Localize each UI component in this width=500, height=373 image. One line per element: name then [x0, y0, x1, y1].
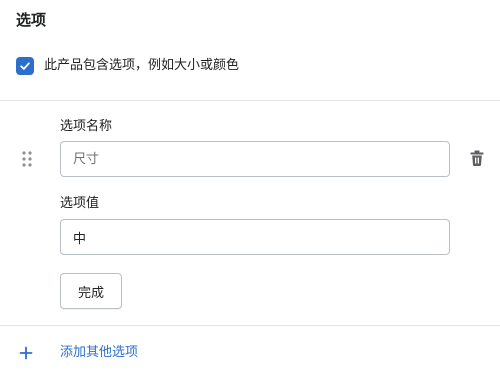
- has-options-checkbox[interactable]: [16, 57, 34, 75]
- option-values-label: 选项值: [60, 196, 100, 211]
- add-option-label[interactable]: 添加其他选项: [60, 343, 138, 363]
- option-name-input[interactable]: [60, 141, 450, 177]
- section-title: 选项: [16, 11, 47, 29]
- option-value-input[interactable]: [60, 219, 450, 255]
- has-options-row[interactable]: 此产品包含选项，例如大小或颜色: [16, 56, 239, 76]
- option-name-label: 选项名称: [60, 119, 113, 134]
- drag-handle-icon[interactable]: [20, 150, 34, 168]
- divider: [0, 100, 500, 101]
- add-option-button[interactable]: 添加其他选项: [16, 342, 138, 364]
- has-options-label[interactable]: 此产品包含选项，例如大小或颜色: [44, 56, 239, 76]
- done-button[interactable]: 完成: [60, 273, 122, 309]
- trash-icon[interactable]: [468, 149, 486, 167]
- plus-icon[interactable]: [16, 343, 36, 363]
- checkmark-icon: [20, 62, 30, 70]
- divider: [0, 325, 500, 326]
- options-card: 选项 此产品包含选项，例如大小或颜色 选项名称 选项值: [0, 0, 500, 373]
